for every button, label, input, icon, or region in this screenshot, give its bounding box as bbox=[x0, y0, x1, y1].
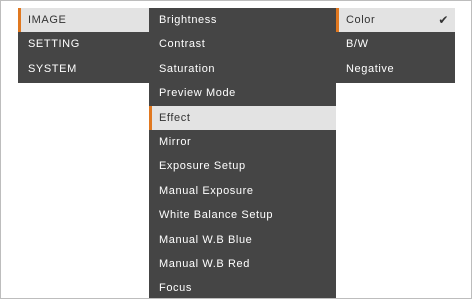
effect-option-label: Negative bbox=[346, 62, 395, 75]
submenu-item-label: Manual Exposure bbox=[159, 184, 254, 197]
submenu-item-label: Focus bbox=[159, 282, 192, 295]
main-menu: IMAGE SETTING SYSTEM bbox=[18, 8, 149, 83]
effect-options-menu: Color ✔ B/W Negative bbox=[336, 8, 455, 83]
submenu-item-label: Effect bbox=[159, 111, 191, 124]
submenu-item-mirror[interactable]: Mirror bbox=[149, 130, 336, 154]
submenu-item-preview-mode[interactable]: Preview Mode bbox=[149, 81, 336, 105]
main-menu-item-system[interactable]: SYSTEM bbox=[18, 57, 149, 81]
main-menu-item-label: SYSTEM bbox=[28, 62, 77, 75]
submenu-item-focus[interactable]: Focus bbox=[149, 276, 336, 300]
submenu-item-white-balance-setup[interactable]: White Balance Setup bbox=[149, 203, 336, 227]
submenu-item-label: Manual W.B Blue bbox=[159, 233, 253, 246]
submenu-item-label: Contrast bbox=[159, 38, 206, 51]
submenu-item-effect[interactable]: Effect bbox=[149, 105, 336, 131]
submenu-item-contrast[interactable]: Contrast bbox=[149, 32, 336, 56]
submenu-item-label: Brightness bbox=[159, 14, 217, 26]
submenu-item-exposure-setup[interactable]: Exposure Setup bbox=[149, 154, 336, 178]
effect-option-negative[interactable]: Negative bbox=[336, 57, 455, 81]
check-icon: ✔ bbox=[438, 13, 449, 27]
submenu-item-manual-wb-red[interactable]: Manual W.B Red bbox=[149, 252, 336, 276]
main-menu-item-setting[interactable]: SETTING bbox=[18, 32, 149, 56]
submenu-item-manual-exposure[interactable]: Manual Exposure bbox=[149, 179, 336, 203]
submenu-item-saturation[interactable]: Saturation bbox=[149, 57, 336, 81]
submenu-item-label: Exposure Setup bbox=[159, 160, 246, 173]
submenu-item-label: Mirror bbox=[159, 135, 192, 148]
submenu-item-brightness[interactable]: Brightness bbox=[149, 8, 336, 32]
main-menu-item-image[interactable]: IMAGE bbox=[18, 8, 149, 33]
submenu-item-label: White Balance Setup bbox=[159, 209, 274, 222]
osd-menu-screen: IMAGE SETTING SYSTEM Brightness Contrast… bbox=[0, 0, 472, 299]
effect-option-bw[interactable]: B/W bbox=[336, 32, 455, 56]
main-menu-item-label: IMAGE bbox=[28, 14, 67, 26]
image-submenu: Brightness Contrast Saturation Preview M… bbox=[149, 8, 336, 298]
main-menu-item-label: SETTING bbox=[28, 38, 80, 51]
effect-option-color[interactable]: Color ✔ bbox=[336, 8, 455, 33]
submenu-item-manual-wb-blue[interactable]: Manual W.B Blue bbox=[149, 228, 336, 252]
submenu-item-label: Preview Mode bbox=[159, 87, 236, 100]
submenu-item-label: Saturation bbox=[159, 62, 216, 75]
submenu-item-label: Manual W.B Red bbox=[159, 257, 250, 270]
effect-option-label: Color bbox=[346, 14, 376, 26]
effect-option-label: B/W bbox=[346, 38, 369, 51]
